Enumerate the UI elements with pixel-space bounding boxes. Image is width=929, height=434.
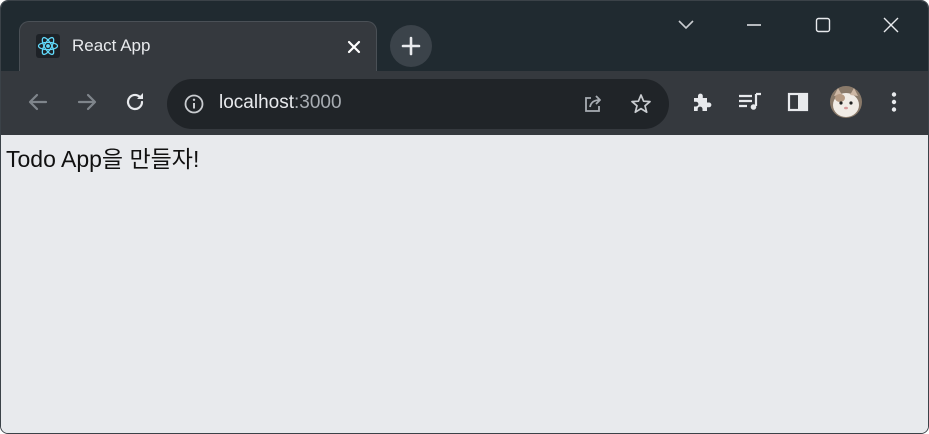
browser-window: React App localhost:3000 Todo App을 만들자! (0, 0, 929, 434)
page-content: Todo App을 만들자! (1, 135, 928, 433)
tab-close-icon[interactable] (342, 35, 366, 59)
tab-react-app[interactable]: React App (19, 21, 377, 71)
maximize-button[interactable] (803, 9, 843, 41)
window-close-button[interactable] (871, 9, 911, 41)
media-queue-button[interactable] (737, 89, 763, 115)
info-icon[interactable] (183, 93, 205, 115)
new-tab-button[interactable] (390, 25, 432, 67)
side-panel-icon (786, 90, 810, 114)
close-icon (883, 17, 899, 33)
kebab-menu-icon (890, 91, 898, 113)
tab-search-icon (677, 19, 695, 31)
reload-icon (123, 90, 147, 114)
side-panel-button[interactable] (785, 89, 811, 115)
back-button[interactable] (21, 85, 55, 119)
page-heading: Todo App을 만들자! (6, 146, 200, 172)
minimize-button[interactable] (734, 9, 774, 41)
minimize-icon (746, 17, 762, 33)
tab-search-button[interactable] (666, 9, 706, 41)
share-icon[interactable] (581, 92, 605, 116)
browser-toolbar: localhost:3000 (1, 71, 928, 135)
tab-title: React App (72, 36, 151, 55)
reload-button[interactable] (118, 85, 152, 119)
url-text: localhost:3000 (219, 92, 342, 114)
plus-icon (401, 36, 421, 56)
extensions-button[interactable] (689, 89, 715, 115)
puzzle-icon (690, 90, 714, 114)
forward-button[interactable] (70, 85, 104, 119)
title-bar: React App (1, 1, 928, 71)
maximize-icon (815, 17, 831, 33)
arrow-right-icon (75, 90, 99, 114)
star-icon[interactable] (629, 92, 653, 116)
address-bar[interactable]: localhost:3000 (167, 79, 669, 129)
avatar[interactable] (830, 86, 862, 118)
media-queue-icon (737, 90, 763, 114)
arrow-left-icon (26, 90, 50, 114)
url-host: localhost (219, 92, 294, 113)
url-port: :3000 (294, 92, 342, 113)
react-logo-icon (36, 34, 60, 58)
chrome-menu-button[interactable] (881, 89, 907, 115)
